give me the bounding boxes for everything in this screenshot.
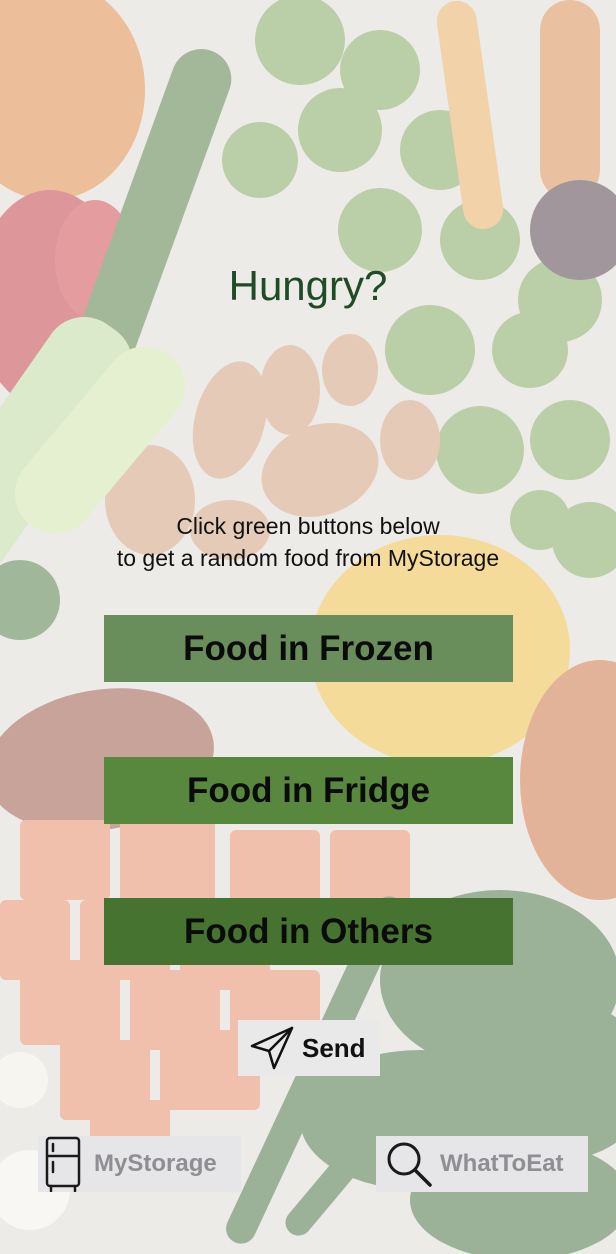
tab-whattoeat[interactable]: WhatToEat — [376, 1136, 588, 1192]
send-label: Send — [302, 1032, 366, 1063]
hungry-screen: Hungry? Click green buttons below to get… — [0, 0, 616, 1254]
instructions-line-1: Click green buttons below — [176, 513, 440, 539]
food-in-others-button[interactable]: Food in Others — [104, 898, 513, 965]
magnifier-icon — [387, 1142, 432, 1187]
food-in-fridge-button[interactable]: Food in Fridge — [104, 757, 513, 824]
page-title: Hungry? — [228, 262, 388, 309]
instructions-text: Click green buttons below to get a rando… — [0, 510, 616, 574]
refrigerator-icon — [45, 1136, 81, 1192]
food-in-frozen-button[interactable]: Food in Frozen — [104, 615, 513, 682]
paper-plane-icon — [250, 1026, 294, 1070]
tab-mystorage[interactable]: MyStorage — [38, 1136, 241, 1192]
tab-whattoeat-label: WhatToEat — [440, 1150, 564, 1177]
instructions-line-2: to get a random food from MyStorage — [116, 545, 500, 571]
tab-mystorage-label: MyStorage — [94, 1150, 217, 1177]
send-button[interactable]: Send — [238, 1020, 380, 1076]
